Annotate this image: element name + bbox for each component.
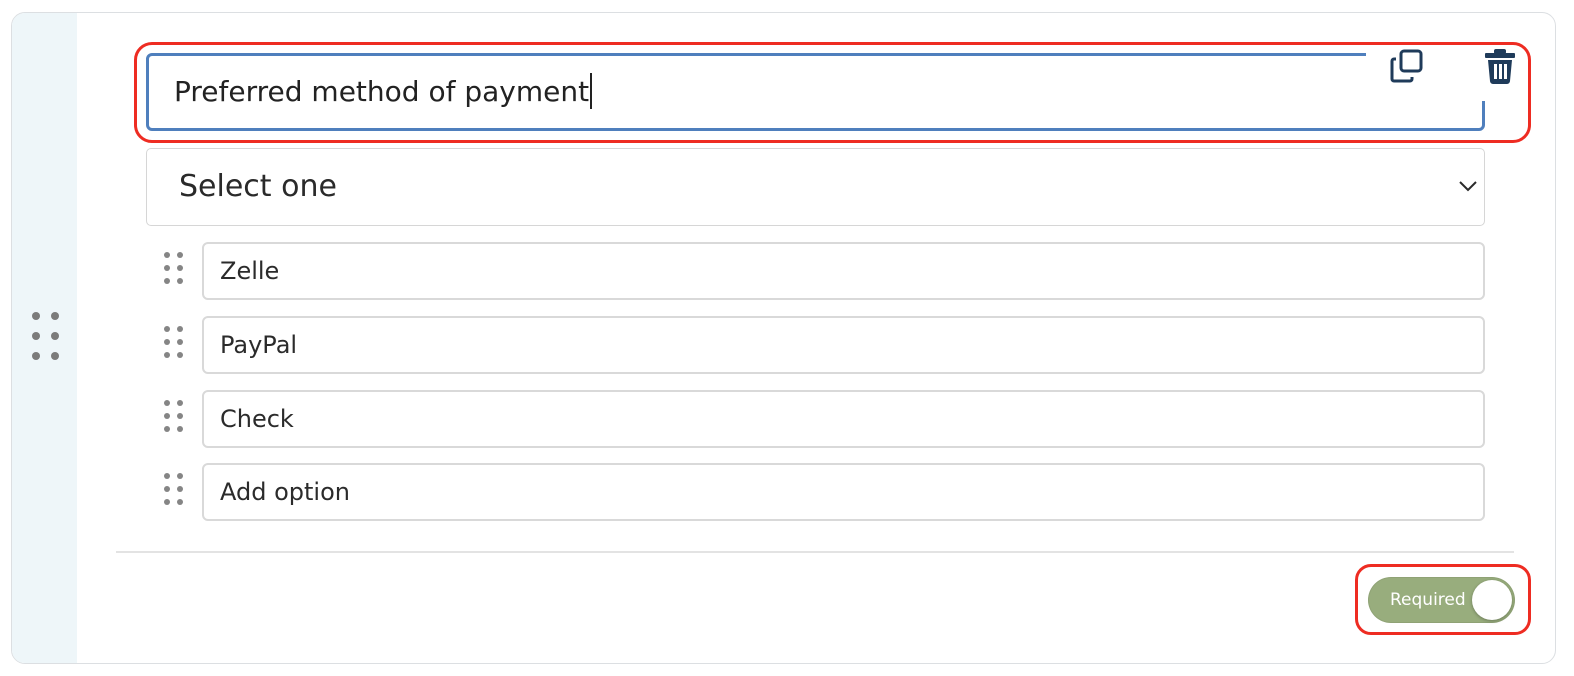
option-row-paypal: PayPal [160,316,1486,374]
option-input[interactable]: Check [202,390,1485,448]
option-input[interactable]: Zelle [202,242,1485,300]
drag-handle-icon[interactable] [164,252,183,284]
add-option-input[interactable]: Add option [202,463,1485,521]
card-drag-handle-icon[interactable] [32,312,59,360]
answer-type-select[interactable]: Select one [146,148,1485,226]
footer-divider [116,551,1514,553]
question-title-highlight [134,42,1531,143]
drag-handle-icon[interactable] [164,326,183,358]
drag-handle-icon[interactable] [164,400,183,432]
option-row-check: Check [160,390,1486,448]
required-toggle-highlight [1355,564,1531,635]
chevron-down-icon [1459,181,1477,192]
drag-handle-icon[interactable] [164,473,183,505]
answer-type-selected: Select one [179,169,337,204]
option-row-add: Add option [160,463,1486,521]
option-row-zelle: Zelle [160,242,1486,300]
option-input[interactable]: PayPal [202,316,1485,374]
